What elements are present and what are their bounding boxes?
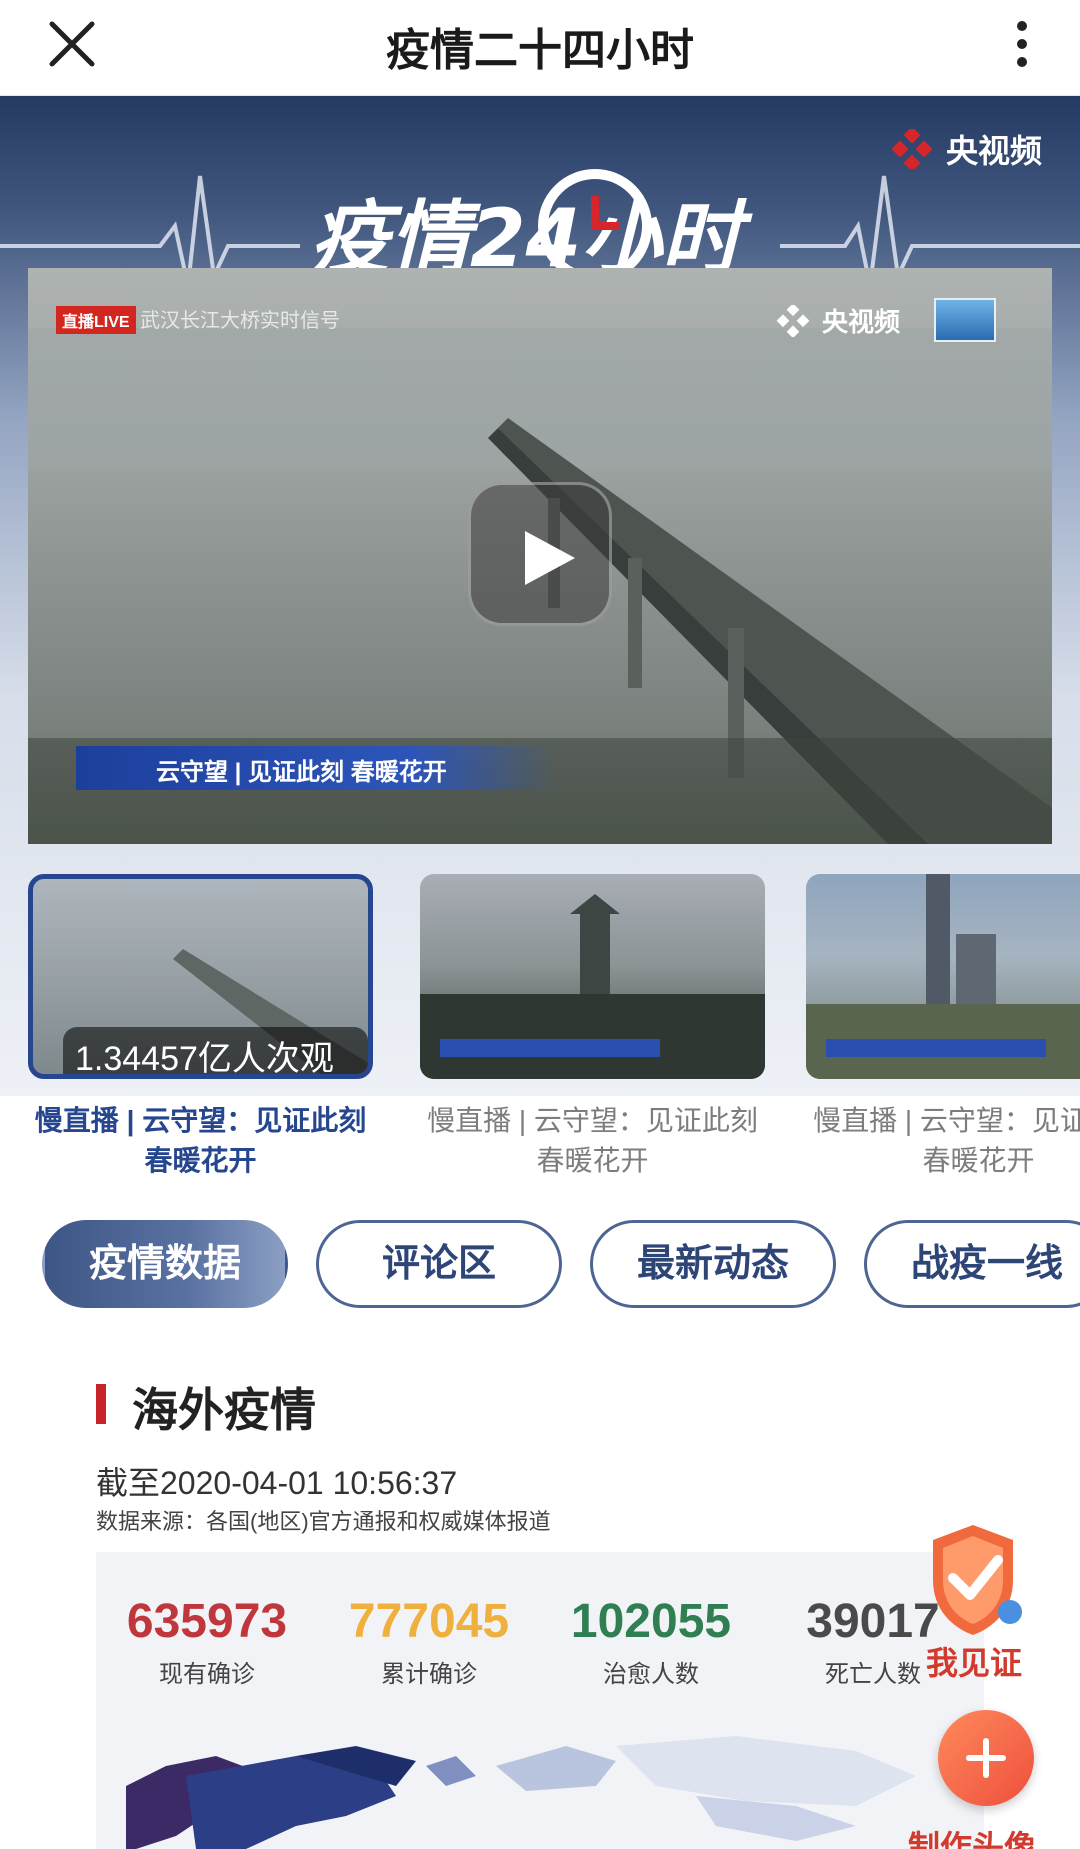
world-map[interactable] [96, 1726, 984, 1849]
tab-frontline[interactable]: 战疫一线 [864, 1220, 1080, 1308]
thumbnail-image [420, 874, 765, 1079]
thumbnail-image: 1.34457亿人次观看 [28, 874, 373, 1079]
video-brand-name: 央视频 [822, 307, 901, 337]
make-avatar-button[interactable] [938, 1710, 1034, 1806]
thumbnail-item[interactable]: 慢直播 | 云守望：见证此刻 春暖花开 [420, 874, 765, 1174]
tab-epidemic-data[interactable]: 疫情数据 [42, 1220, 288, 1308]
as-of-timestamp: 截至2020-04-01 10:56:37 [96, 1465, 458, 1501]
stat-value: 777045 [348, 1595, 510, 1648]
top-bar: 疫情二十四小时 [0, 0, 1080, 96]
thumbnail-image [806, 874, 1080, 1079]
stat-label: 现有确诊 [159, 1661, 255, 1688]
shield-check-icon [933, 1525, 1022, 1635]
play-icon[interactable] [468, 482, 612, 626]
brand-name: 央视频 [946, 133, 1043, 169]
view-count: 1.34457亿人次观看 [63, 1027, 368, 1074]
live-badge: 直播LIVE [56, 306, 136, 334]
video-lower-third: 云守望 | 见证此刻 春暖花开 [76, 746, 556, 790]
stat-value: 635973 [126, 1595, 288, 1648]
stat-recovered: 102055 治愈人数 [540, 1594, 762, 1689]
witness-label: 我见证 [926, 1645, 1023, 1681]
section-tabs: 疫情数据 评论区 最新动态 战疫一线 [0, 1220, 1080, 1310]
stat-value: 102055 [570, 1595, 732, 1648]
main-video-player[interactable]: 直播LIVE 武汉长江大桥实时信号 央视频 云守望 | 见证此刻 春暖花开 [28, 268, 1052, 844]
witness-button[interactable]: 我见证 [918, 1520, 1048, 1681]
thumbnail-caption: 慢直播 | 云守望：见证此刻 春暖花开 [427, 1105, 758, 1174]
data-source: 数据来源：各国(地区)官方通报和权威媒体报道 [96, 1509, 551, 1534]
stat-total-confirmed: 777045 累计确诊 [318, 1594, 540, 1689]
stats-panel: 635973 现有确诊 777045 累计确诊 102055 治愈人数 3901… [96, 1552, 984, 1849]
live-caption: 武汉长江大桥实时信号 [140, 310, 340, 332]
cctv-logo-icon [776, 304, 810, 337]
thumbnail-caption: 慢直播 | 云守望：见证此刻 春暖花开 [34, 1105, 367, 1174]
thumbnail-item[interactable]: 慢直播 | 云守望：见证此刻 春暖花开 [806, 874, 1080, 1174]
thumbnail-item[interactable]: 1.34457亿人次观看 慢直播 | 云守望：见证此刻 春暖花开 [28, 874, 373, 1174]
make-avatar-label: 制作头像 [908, 1829, 1037, 1849]
station-logo-icon [934, 298, 996, 342]
stat-label: 治愈人数 [603, 1661, 699, 1688]
section-marker [96, 1384, 106, 1424]
stat-label: 累计确诊 [381, 1661, 477, 1688]
more-vertical-icon[interactable] [1010, 16, 1034, 76]
stat-current-confirmed: 635973 现有确诊 [96, 1594, 318, 1689]
video-brand-logo: 央视频 [774, 302, 900, 339]
tab-comments[interactable]: 评论区 [316, 1220, 562, 1308]
thumbnail-caption: 慢直播 | 云守望：见证此刻 春暖花开 [813, 1105, 1080, 1174]
brand-logo: 央视频 [886, 126, 1042, 172]
section-title: 海外疫情 [132, 1384, 316, 1436]
cctv-logo-icon [891, 129, 933, 169]
tab-latest-news[interactable]: 最新动态 [590, 1220, 836, 1308]
page-title: 疫情二十四小时 [386, 26, 694, 75]
video-thumbnail-list: 1.34457亿人次观看 慢直播 | 云守望：见证此刻 春暖花开 慢直播 | 云… [0, 874, 1080, 1174]
